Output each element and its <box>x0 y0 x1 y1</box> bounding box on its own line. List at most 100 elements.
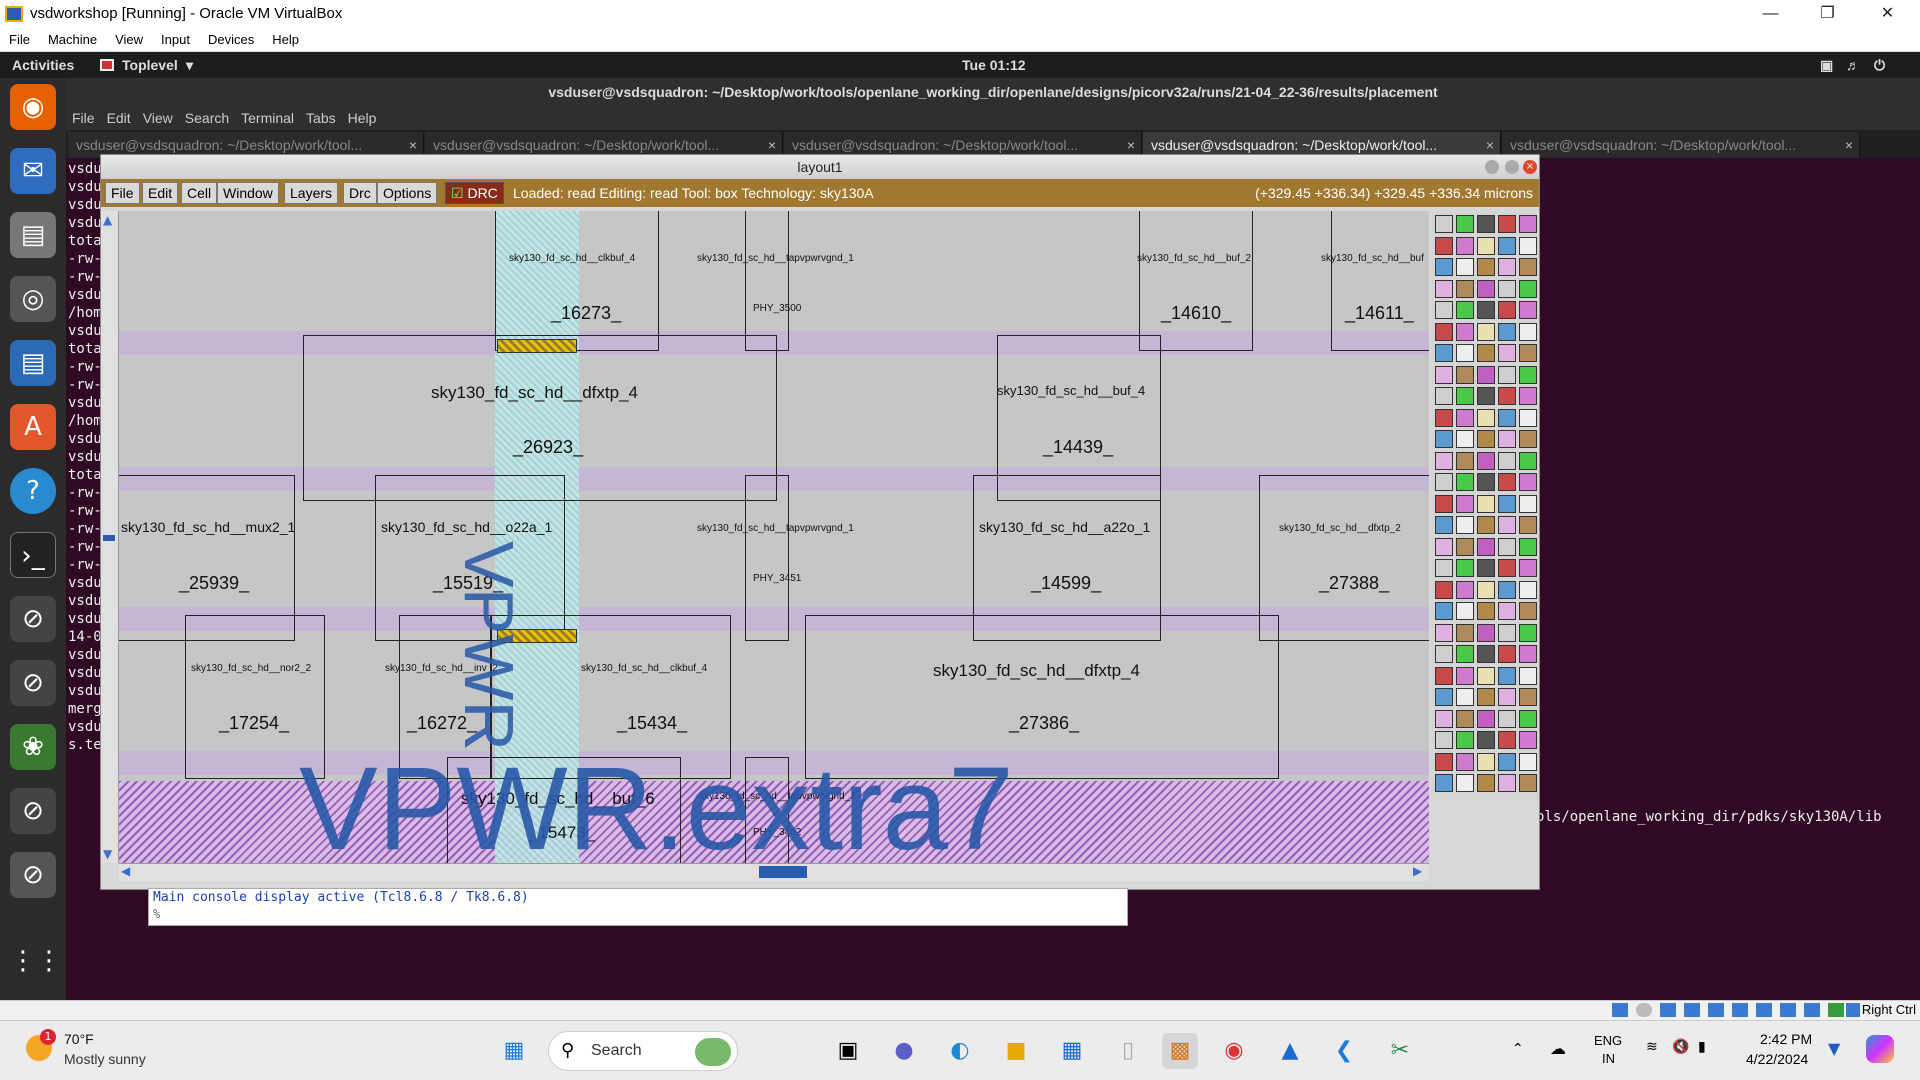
layer-swatch[interactable] <box>1435 559 1453 577</box>
taskbar-date[interactable]: 4/22/2024 <box>1746 1051 1808 1067</box>
cell-box[interactable] <box>745 211 789 351</box>
taskbar-time[interactable]: 2:42 PM <box>1760 1031 1812 1047</box>
weather-temp[interactable]: 70°F <box>64 1031 94 1047</box>
layer-swatch[interactable] <box>1498 580 1516 599</box>
layer-swatch[interactable] <box>1435 301 1453 319</box>
close-icon[interactable]: × <box>1523 160 1537 174</box>
layer-swatch[interactable] <box>1498 473 1516 491</box>
layer-swatch[interactable] <box>1456 236 1474 255</box>
layer-swatch[interactable] <box>1498 516 1516 534</box>
scroll-up-icon[interactable]: ▲ <box>103 213 112 227</box>
magic-menu-edit[interactable]: Edit <box>142 182 179 204</box>
layer-swatch[interactable] <box>1456 258 1474 276</box>
cell-box[interactable] <box>1259 475 1429 641</box>
term-menu-search[interactable]: Search <box>179 106 235 130</box>
virtualbox-manager-icon[interactable]: ▲ <box>1272 1033 1308 1069</box>
term-menu-terminal[interactable]: Terminal <box>235 106 300 130</box>
layer-swatch[interactable] <box>1477 602 1495 620</box>
layer-swatch[interactable] <box>1435 688 1453 706</box>
layer-swatch[interactable] <box>1519 709 1537 728</box>
magic-menu-file[interactable]: File <box>105 182 140 204</box>
scroll-thumb[interactable] <box>759 866 807 878</box>
menu-view[interactable]: View <box>106 28 152 52</box>
layer-swatch[interactable] <box>1435 731 1453 749</box>
layer-swatch[interactable] <box>1435 430 1453 448</box>
layer-swatch[interactable] <box>1519 537 1537 556</box>
power-icon[interactable]: ⏻ <box>1874 52 1885 78</box>
layer-swatch[interactable] <box>1456 387 1474 405</box>
menu-machine[interactable]: Machine <box>39 28 106 52</box>
layer-swatch[interactable] <box>1456 494 1474 513</box>
layer-swatch[interactable] <box>1456 688 1474 706</box>
layer-swatch[interactable] <box>1477 494 1495 513</box>
wifi-icon[interactable]: ≋ <box>1646 1039 1658 1055</box>
layer-swatch[interactable] <box>1456 322 1474 341</box>
layer-swatch[interactable] <box>1477 365 1495 384</box>
term-menu-file[interactable]: File <box>66 106 101 130</box>
layer-swatch[interactable] <box>1498 279 1516 298</box>
copilot-icon[interactable] <box>1866 1035 1894 1063</box>
layer-swatch[interactable] <box>1498 451 1516 470</box>
cell-box[interactable] <box>1331 211 1429 351</box>
edge-icon[interactable]: ◐ <box>942 1033 978 1069</box>
layer-swatch[interactable] <box>1519 731 1537 749</box>
layer-swatch[interactable] <box>1519 559 1537 577</box>
layer-swatch[interactable] <box>1435 537 1453 556</box>
layer-swatch[interactable] <box>1519 451 1537 470</box>
usb-icon[interactable] <box>1708 1003 1724 1017</box>
layer-swatch[interactable] <box>1498 774 1516 792</box>
layer-swatch[interactable] <box>1456 602 1474 620</box>
layer-swatch[interactable] <box>1519 344 1537 362</box>
weather-desc[interactable]: Mostly sunny <box>64 1051 146 1067</box>
cell-box[interactable] <box>1139 211 1253 351</box>
taskbar-search[interactable]: ⚲ Search <box>548 1031 738 1071</box>
layer-swatch[interactable] <box>1477 279 1495 298</box>
software-icon[interactable]: A <box>10 404 56 450</box>
layer-swatch[interactable] <box>1519 322 1537 341</box>
layer-swatch[interactable] <box>1498 559 1516 577</box>
writer-icon[interactable]: ▤ <box>10 340 56 386</box>
layer-swatch[interactable] <box>1456 451 1474 470</box>
layer-swatch[interactable] <box>1519 580 1537 599</box>
layer-swatch[interactable] <box>1456 301 1474 319</box>
layer-swatch[interactable] <box>1477 666 1495 685</box>
layer-swatch[interactable] <box>1477 645 1495 663</box>
layer-swatch[interactable] <box>1435 322 1453 341</box>
layer-swatch[interactable] <box>1498 344 1516 362</box>
layer-swatch[interactable] <box>1477 258 1495 276</box>
layer-swatch[interactable] <box>1456 537 1474 556</box>
term-menu-help[interactable]: Help <box>342 106 383 130</box>
menu-input[interactable]: Input <box>152 28 199 52</box>
audio-icon[interactable] <box>1660 1003 1676 1017</box>
layer-swatch[interactable] <box>1435 645 1453 663</box>
magic-menu-layers[interactable]: Layers <box>284 182 339 204</box>
layer-swatch[interactable] <box>1477 451 1495 470</box>
layer-swatch[interactable] <box>1477 623 1495 642</box>
layer-swatch[interactable] <box>1477 559 1495 577</box>
scroll-thumb[interactable] <box>103 535 115 541</box>
vertical-scrollbar[interactable]: ▲ ▼ <box>101 211 119 863</box>
cpu-icon[interactable] <box>1828 1003 1844 1017</box>
cell-box[interactable] <box>745 475 789 641</box>
thunderbird-icon[interactable]: ✉ <box>10 148 56 194</box>
minimize-icon[interactable]: — <box>1743 0 1798 28</box>
layer-swatch[interactable] <box>1435 602 1453 620</box>
layer-swatch[interactable] <box>1498 688 1516 706</box>
layer-swatch[interactable] <box>1519 623 1537 642</box>
layer-swatch[interactable] <box>1456 752 1474 771</box>
layer-swatch[interactable] <box>1519 774 1537 792</box>
layer-swatch[interactable] <box>1519 387 1537 405</box>
layer-swatch[interactable] <box>1519 408 1537 427</box>
network-adapter-icon[interactable] <box>1684 1003 1700 1017</box>
layer-swatch[interactable] <box>1519 516 1537 534</box>
layer-swatch[interactable] <box>1456 774 1474 792</box>
terminal-tab[interactable]: vsduser@vsdsquadron: ~/Desktop/work/tool… <box>1502 132 1860 158</box>
layer-swatch[interactable] <box>1435 580 1453 599</box>
blocked-app-icon[interactable]: ⊘ <box>10 788 56 834</box>
layer-swatch[interactable] <box>1435 494 1453 513</box>
blocked-app-icon[interactable]: ⊘ <box>10 852 56 898</box>
layer-swatch[interactable] <box>1435 752 1453 771</box>
layer-swatch[interactable] <box>1498 430 1516 448</box>
store-icon[interactable]: ▦ <box>1054 1033 1090 1069</box>
layer-swatch[interactable] <box>1519 258 1537 276</box>
